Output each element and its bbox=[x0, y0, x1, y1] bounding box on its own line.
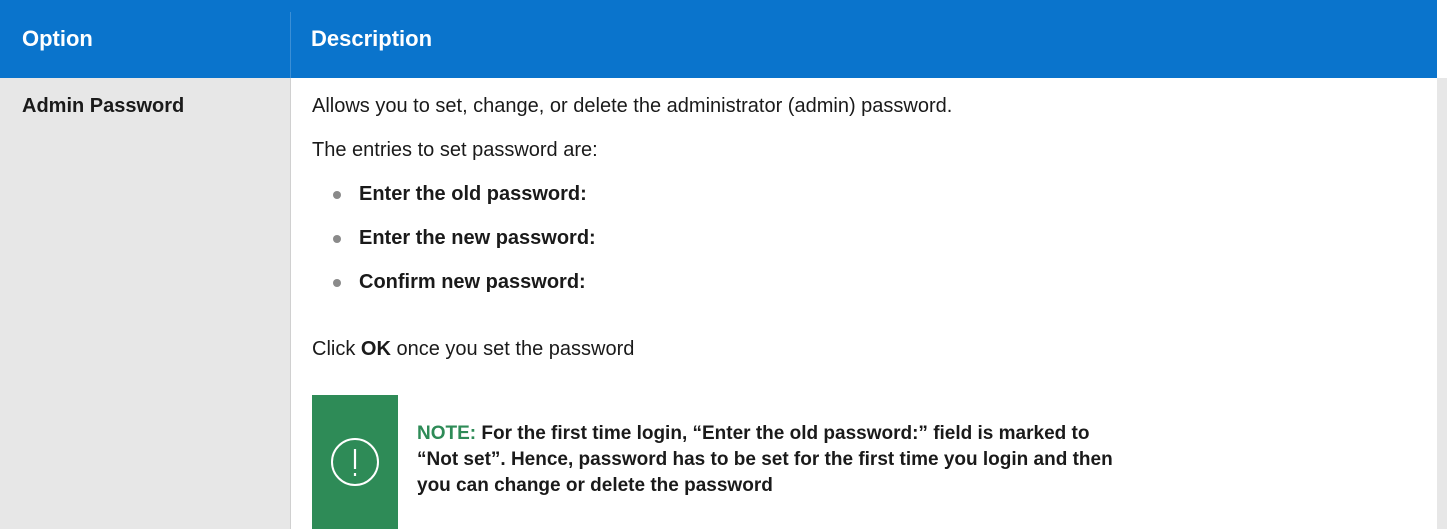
note-icon-box bbox=[312, 395, 398, 529]
bullet-icon bbox=[333, 278, 341, 287]
note-text: NOTE: For the first time login, “Enter t… bbox=[417, 421, 1117, 499]
list-item: Confirm new password: bbox=[333, 271, 586, 294]
header-description: Description bbox=[311, 26, 433, 51]
option-cell: Admin Password bbox=[0, 78, 290, 529]
header-divider bbox=[290, 12, 291, 78]
list-item-label: Confirm new password: bbox=[359, 271, 586, 293]
entries-intro: The entries to set password are: bbox=[312, 139, 598, 161]
list-item-label: Enter the new password: bbox=[359, 227, 596, 249]
description-paragraph: Allows you to set, change, or delete the… bbox=[312, 95, 953, 117]
list-item-label: Enter the old password: bbox=[359, 183, 587, 205]
options-table: Option Description Admin Password Allows… bbox=[0, 0, 1447, 529]
exclamation-circle-icon bbox=[331, 438, 379, 486]
header-option: Option bbox=[22, 26, 93, 51]
click-instruction: Click OK once you set the password bbox=[312, 338, 634, 361]
table-right-edge bbox=[1437, 78, 1447, 529]
note-body: For the first time login, “Enter the old… bbox=[417, 423, 1113, 496]
table-header: Option Description bbox=[0, 0, 1437, 78]
table-row: Admin Password Allows you to set, change… bbox=[0, 78, 1447, 529]
option-label: Admin Password bbox=[22, 95, 185, 117]
bullet-icon bbox=[333, 234, 341, 243]
click-prefix: Click bbox=[312, 338, 361, 360]
list-item: Enter the old password: bbox=[333, 183, 587, 206]
click-suffix: once you set the password bbox=[390, 338, 635, 360]
bullet-icon bbox=[333, 190, 341, 199]
list-item: Enter the new password: bbox=[333, 227, 596, 250]
ok-keyword: OK bbox=[360, 338, 391, 360]
note-label: NOTE: bbox=[417, 423, 477, 444]
description-cell: Allows you to set, change, or delete the… bbox=[290, 78, 1438, 529]
